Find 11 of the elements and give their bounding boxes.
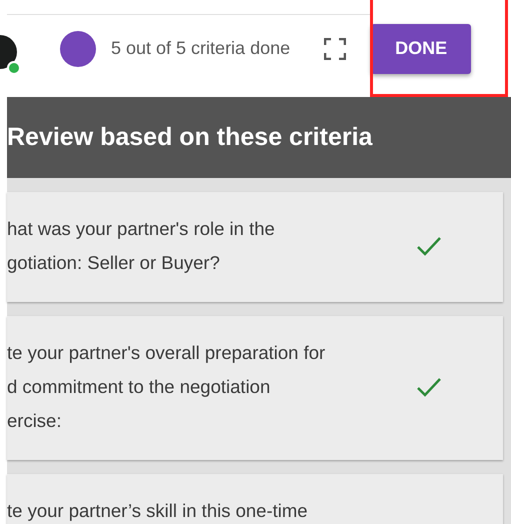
fullscreen-icon[interactable] bbox=[324, 38, 346, 60]
criterion-card[interactable]: te your partner’s skill in this one-time bbox=[7, 474, 503, 524]
criterion-text: te your partner’s skill in this one-time bbox=[7, 499, 308, 523]
criterion-card[interactable]: te your partner's overall preparation for d commitment to the negotiation ercise: bbox=[7, 316, 503, 460]
criterion-text: te your partner's overall preparation for d commitment to the negotiation ercise: bbox=[7, 341, 326, 433]
progress-text: 5 out of 5 criteria done bbox=[111, 38, 290, 59]
header-title: Review based on these criteria bbox=[7, 123, 372, 152]
progress-circle bbox=[60, 30, 96, 66]
criterion-text: hat was your partner's role in the gotiation: Seller or Buyer? bbox=[7, 217, 275, 275]
criterion-card[interactable]: hat was your partner's role in the gotiation: Seller or Buyer? bbox=[7, 192, 503, 302]
done-button[interactable]: DONE bbox=[371, 24, 472, 74]
